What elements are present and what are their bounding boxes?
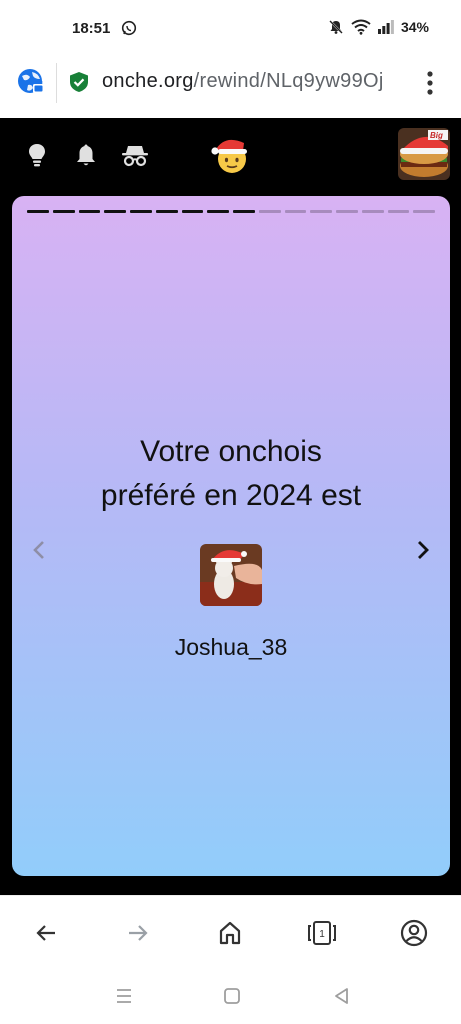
incognito-icon[interactable]: [120, 142, 150, 168]
system-nav-bar: [0, 967, 461, 1024]
home-icon: [219, 921, 241, 945]
progress-segment: [361, 210, 384, 213]
santa-emoji-icon[interactable]: [210, 134, 252, 176]
progress-segment: [130, 210, 152, 213]
wifi-icon: [351, 19, 371, 35]
winner-name: Joshua_38: [174, 634, 288, 660]
progress-segment: [207, 210, 229, 213]
signal-icon: [377, 20, 394, 34]
progress-segment: [233, 210, 255, 213]
chevron-left-icon[interactable]: [28, 538, 52, 562]
battery-level: 34%: [400, 19, 429, 35]
avatar-label: Big: [430, 131, 443, 140]
url-domain: onche.org: [102, 70, 194, 92]
story-progress-bar: [27, 210, 435, 213]
progress-segment: [310, 210, 332, 213]
progress-segment: [27, 210, 49, 213]
progress-segment: [284, 210, 307, 213]
progress-segment: [413, 210, 435, 213]
rewind-title: Votre onchois préféré en 2024 est: [32, 430, 430, 518]
more-menu-icon[interactable]: [422, 70, 438, 96]
forward-button[interactable]: [123, 918, 153, 948]
rewind-card[interactable]: Votre onchois préféré en 2024 est Joshua…: [12, 196, 450, 876]
tabs-count: 1: [319, 929, 325, 940]
recents-icon[interactable]: [113, 985, 135, 1007]
back-arrow-icon: [36, 925, 55, 941]
progress-segment: [52, 210, 75, 213]
progress-segment: [181, 210, 204, 213]
secure-lock-icon[interactable]: [68, 71, 90, 93]
status-bar: 18:51 34%: [0, 0, 461, 58]
mute-icon: [329, 20, 343, 34]
account-button[interactable]: [399, 918, 429, 948]
winner-avatar: [200, 544, 262, 606]
chevron-right-icon[interactable]: [410, 538, 434, 562]
winner-avatar-image: [200, 544, 262, 606]
status-time: 18:51: [72, 20, 111, 37]
progress-segment: [336, 210, 358, 213]
progress-segment: [78, 210, 101, 213]
url-bar: onche.org/rewind/NLq9yw99Oj: [0, 58, 461, 118]
lightbulb-icon[interactable]: [24, 142, 50, 168]
progress-segment: [155, 210, 178, 213]
status-icons: 34%: [328, 19, 429, 35]
progress-segment: [387, 210, 410, 213]
browser-toolbar: 1: [0, 895, 461, 967]
system-back-icon[interactable]: [331, 985, 353, 1007]
account-icon: [400, 919, 428, 947]
site-content: Big Votre onchois préféré en 2024 est Jo…: [0, 118, 461, 895]
url-separator: [56, 63, 57, 103]
url-path: /rewind/NLq9yw99Oj: [193, 70, 384, 92]
url-text[interactable]: onche.org/rewind/NLq9yw99Oj: [102, 70, 412, 93]
progress-segment: [104, 210, 126, 213]
tabs-button[interactable]: 1: [307, 918, 337, 948]
back-button[interactable]: [31, 918, 61, 948]
user-avatar[interactable]: Big: [398, 128, 450, 180]
progress-segment: [258, 210, 281, 213]
user-avatar-image: Big: [398, 128, 450, 180]
tabs-icon: 1: [308, 921, 336, 945]
home-button[interactable]: [215, 918, 245, 948]
title-line-1: Votre onchois: [140, 435, 322, 468]
system-home-icon[interactable]: [221, 985, 243, 1007]
title-line-2: préféré en 2024 est: [100, 479, 362, 512]
forward-arrow-icon: [129, 925, 148, 941]
whatsapp-icon: [121, 20, 137, 36]
bell-icon[interactable]: [73, 142, 99, 168]
globe-lock-icon[interactable]: [16, 67, 46, 97]
